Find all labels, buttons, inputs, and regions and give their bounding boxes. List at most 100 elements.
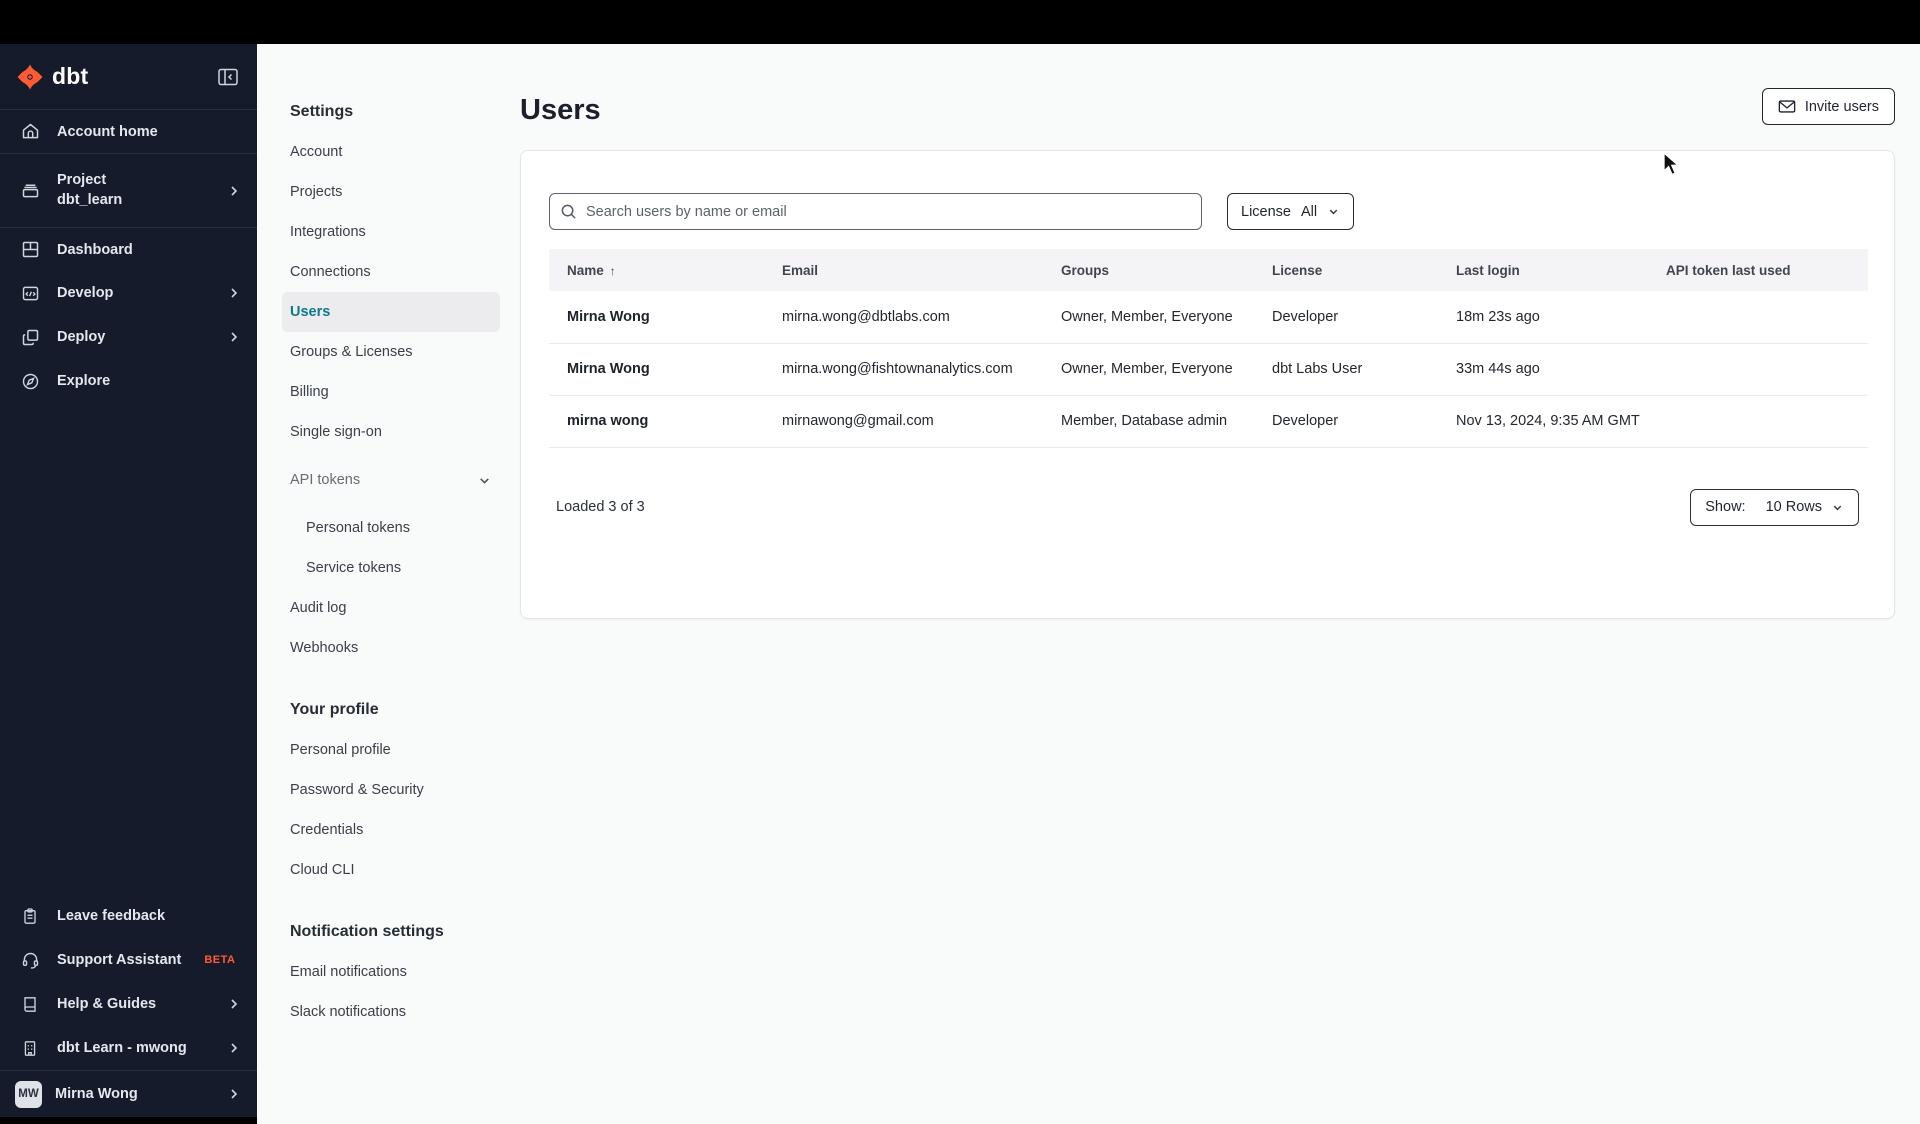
settings-nav-item-users[interactable]: Users — [282, 292, 500, 332]
sidebar-collapse-button[interactable] — [215, 65, 241, 89]
chevron-right-icon — [227, 1041, 241, 1055]
sidebar-item-develop[interactable]: Develop — [0, 271, 257, 315]
settings-nav-item-billing[interactable]: Billing — [282, 372, 500, 412]
settings-nav-item-projects[interactable]: Projects — [282, 172, 500, 212]
sidebar-item-label: Help & Guides — [57, 996, 157, 1012]
users-table: Name ↑ Email Groups License Last login AP… — [549, 249, 1868, 448]
sidebar-item-label: Support Assistant — [57, 952, 182, 968]
invite-users-label: Invite users — [1804, 98, 1879, 115]
search-input[interactable] — [549, 193, 1202, 230]
license-filter-dropdown[interactable]: License All — [1227, 193, 1355, 230]
explore-icon — [18, 371, 42, 392]
show-rows-dropdown[interactable]: Show: 10 Rows — [1690, 488, 1859, 526]
cell-name: Mirna Wong — [549, 343, 764, 396]
beta-badge: BETA — [204, 954, 236, 966]
settings-nav-item-connections[interactable]: Connections — [282, 252, 500, 292]
avatar: MW — [15, 1080, 42, 1108]
table-row[interactable]: mirna wong mirnawong@gmail.com Member, D… — [549, 395, 1868, 448]
users-card: License All Name↑ Email Groups Li — [520, 150, 1895, 619]
chevron-right-icon — [227, 997, 241, 1011]
column-header-name[interactable]: Name ↑ — [549, 249, 764, 291]
settings-nav-item-personal-tokens[interactable]: Personal tokens — [282, 508, 500, 548]
sidebar-item-help-guides[interactable]: Help & Guides — [0, 982, 257, 1026]
sidebar-item-deploy[interactable]: Deploy — [0, 315, 257, 359]
settings-nav-item-credentials[interactable]: Credentials — [282, 810, 500, 850]
settings-nav-notifications-title: Notification settings — [290, 923, 444, 940]
settings-nav-item-password-security[interactable]: Password & Security — [282, 770, 500, 810]
cell-api-token — [1648, 343, 1868, 396]
settings-nav-item-cloud-cli[interactable]: Cloud CLI — [282, 850, 500, 890]
dashboard-icon — [18, 239, 42, 260]
cell-api-token — [1648, 395, 1868, 448]
develop-icon — [18, 283, 42, 304]
settings-nav-item-slack-notifications[interactable]: Slack notifications — [282, 992, 500, 1032]
project-icon — [18, 180, 42, 201]
home-icon — [18, 121, 42, 142]
sidebar-item-label: Project dbt_learn — [57, 172, 123, 208]
clipboard-icon — [18, 906, 42, 927]
sidebar-item-dbt-learn[interactable]: dbt Learn - mwong — [0, 1026, 257, 1070]
cell-license: Developer — [1254, 395, 1438, 448]
settings-nav-item-account[interactable]: Account — [282, 132, 500, 172]
cell-name: Mirna Wong — [549, 291, 764, 344]
table-row[interactable]: Mirna Wong mirna.wong@dbtlabs.com Owner,… — [549, 291, 1868, 344]
dbt-logo[interactable]: dbt — [15, 62, 88, 92]
chevron-right-icon — [227, 286, 241, 300]
cell-api-token — [1648, 291, 1868, 344]
dbt-logo-text: dbt — [52, 63, 89, 89]
table-row[interactable]: Mirna Wong mirna.wong@fishtownanalytics.… — [549, 343, 1868, 396]
column-header-groups: Groups — [1043, 249, 1254, 291]
sidebar-item-dashboard[interactable]: Dashboard — [0, 227, 257, 271]
sort-ascending-icon: ↑ — [609, 263, 616, 278]
settings-nav-group-label: API tokens — [290, 472, 361, 488]
book-icon — [18, 994, 42, 1015]
cell-email: mirna.wong@fishtownanalytics.com — [764, 343, 1043, 396]
settings-nav-item-email-notifications[interactable]: Email notifications — [282, 952, 500, 992]
table-header-row: Name ↑ Email Groups License Last login AP… — [549, 249, 1868, 291]
cell-email: mirnawong@gmail.com — [764, 395, 1043, 448]
page-header: Users Invite users — [520, 44, 1920, 126]
cell-name: mirna wong — [549, 395, 764, 448]
user-name: Mirna Wong — [55, 1086, 138, 1102]
sidebar-item-support-assistant[interactable]: Support Assistant BETA — [0, 938, 257, 982]
settings-nav-group-api-tokens[interactable]: API tokens — [282, 460, 500, 500]
settings-nav-item-single-sign-on[interactable]: Single sign-on — [282, 412, 500, 452]
sidebar-item-explore[interactable]: Explore — [0, 359, 257, 403]
sidebar-item-label: Deploy — [57, 329, 106, 345]
column-header-api-token: API token last used — [1648, 249, 1868, 291]
cell-last-login: 33m 44s ago — [1438, 343, 1648, 396]
chevron-down-icon — [1831, 501, 1844, 514]
cell-license: dbt Labs User — [1254, 343, 1438, 396]
show-rows-value: 10 Rows — [1765, 499, 1822, 515]
sidebar-item-leave-feedback[interactable]: Leave feedback — [0, 894, 257, 938]
cell-email: mirna.wong@dbtlabs.com — [764, 291, 1043, 344]
sidebar-item-label: dbt Learn - mwong — [57, 1040, 187, 1056]
window-bottom-bar — [0, 1117, 257, 1124]
show-rows-label: Show: — [1705, 499, 1746, 515]
column-header-email: Email — [764, 249, 1043, 291]
settings-nav-profile-title: Your profile — [290, 701, 379, 718]
sidebar-item-project[interactable]: Project dbt_learn — [0, 153, 257, 227]
deploy-icon — [18, 327, 42, 348]
settings-nav: Settings Account Projects Integrations C… — [257, 44, 520, 1124]
settings-nav-item-personal-profile[interactable]: Personal profile — [282, 730, 500, 770]
sidebar-item-label: Explore — [57, 373, 111, 389]
license-filter-value: All — [1300, 203, 1318, 220]
cell-groups: Member, Database admin — [1043, 395, 1254, 448]
settings-nav-item-groups-licenses[interactable]: Groups & Licenses — [282, 332, 500, 372]
settings-nav-item-audit-log[interactable]: Audit log — [282, 588, 500, 628]
sidebar-item-label: Account home — [57, 123, 158, 140]
settings-nav-item-service-tokens[interactable]: Service tokens — [282, 548, 500, 588]
invite-users-button[interactable]: Invite users — [1761, 88, 1895, 125]
settings-nav-item-webhooks[interactable]: Webhooks — [282, 628, 500, 668]
settings-nav-item-integrations[interactable]: Integrations — [282, 212, 500, 252]
chevron-right-icon — [227, 1087, 241, 1101]
chevron-down-icon — [1327, 205, 1340, 218]
chevron-down-icon — [477, 473, 492, 488]
cell-last-login: Nov 13, 2024, 9:35 AM GMT — [1438, 395, 1648, 448]
cell-last-login: 18m 23s ago — [1438, 291, 1648, 344]
sidebar-user-menu[interactable]: MW Mirna Wong — [0, 1070, 257, 1117]
cell-groups: Owner, Member, Everyone — [1043, 343, 1254, 396]
sidebar-item-account-home[interactable]: Account home — [0, 110, 257, 153]
